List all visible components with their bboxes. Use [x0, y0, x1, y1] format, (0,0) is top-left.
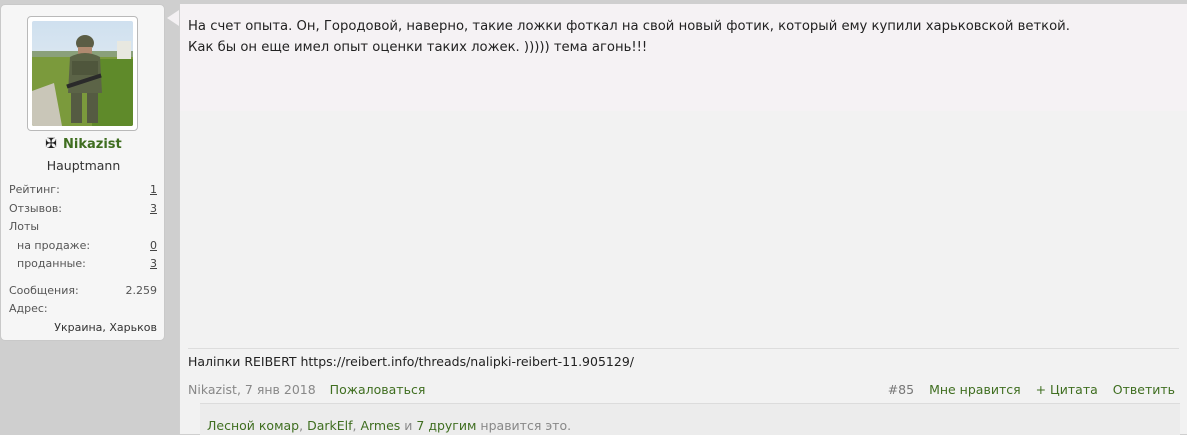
stat-label: Лоты [9, 220, 40, 233]
like-button[interactable]: Мне нравится [929, 382, 1021, 397]
likes-and: и [404, 418, 413, 433]
likes-others-link[interactable]: 7 другим [416, 418, 476, 433]
stat-address: Адрес: [9, 300, 157, 319]
stat-label: проданные: [17, 257, 86, 270]
likes-text: Лесной комар, DarkElf, Armes и 7 другим … [207, 418, 571, 433]
stat-label: Адрес: [9, 302, 48, 315]
reply-button[interactable]: Ответить [1113, 382, 1175, 397]
stat-sold: проданные: 3 [9, 255, 157, 274]
user-stats: Рейтинг: 1 Отзывов: 3 Лоты на продаже: 0… [9, 181, 157, 337]
stat-on-sale: на продаже: 0 [9, 237, 157, 256]
stat-value[interactable]: 3 [150, 200, 157, 218]
stat-messages: Сообщения: 2.259 [9, 282, 157, 301]
stat-value: 2.259 [125, 283, 158, 297]
signature[interactable]: Наліпки REIBERT https://reibert.info/thr… [188, 354, 634, 369]
message-text: На счет опыта. Он, Городовой, наверно, т… [188, 16, 1179, 58]
stat-label: Рейтинг: [9, 183, 60, 196]
report-link[interactable]: Пожаловаться [330, 382, 426, 397]
forum-post: ✠ Nikazist Hauptmann Рейтинг: 1 Отзывов: … [0, 0, 1187, 435]
meta-sep: , [236, 382, 245, 397]
likes-summary: Лесной комар, DarkElf, Armes и 7 другим … [200, 403, 1180, 435]
message-content: На счет опыта. Он, Городовой, наверно, т… [179, 4, 1187, 435]
stat-value[interactable]: 3 [150, 255, 157, 273]
stat-label: Сообщения: [9, 283, 79, 297]
likes-sep: , [299, 418, 308, 433]
message-line: На счет опыта. Он, Городовой, наверно, т… [188, 19, 1070, 34]
post-date[interactable]: 7 янв 2018 [245, 382, 316, 397]
message-line: Как бы он еще имел опыт оценки таких лож… [188, 40, 648, 55]
avatar[interactable] [27, 16, 138, 131]
stat-rating: Рейтинг: 1 [9, 181, 157, 200]
message-pointer [167, 10, 179, 26]
address-value: Украина, Харьков [54, 320, 157, 334]
stat-reviews: Отзывов: 3 [9, 200, 157, 219]
liker-link[interactable]: DarkElf [307, 418, 352, 433]
stat-value[interactable]: 0 [150, 237, 157, 255]
username[interactable]: Nikazist [63, 137, 122, 152]
likes-suffix: нравится это. [480, 418, 572, 433]
username-line: ✠ Nikazist [1, 136, 166, 152]
liker-link[interactable]: Лесной комар [207, 418, 299, 433]
soldier-photo [32, 21, 133, 126]
post-number-link[interactable]: #85 [888, 382, 914, 397]
user-title: Hauptmann [46, 158, 121, 173]
post-author[interactable]: Nikazist [188, 382, 237, 397]
iron-cross-icon: ✠ [45, 136, 57, 152]
stat-label: на продаже: [17, 238, 91, 252]
stat-value[interactable]: 1 [150, 181, 157, 199]
post-meta: Nikazist, 7 янв 2018 Пожаловаться [188, 382, 425, 397]
signature-divider [188, 348, 1179, 349]
stat-label: Отзывов: [9, 201, 63, 215]
stat-lots: Лоты [9, 218, 157, 237]
user-info-panel: ✠ Nikazist Hauptmann Рейтинг: 1 Отзывов: … [0, 4, 165, 341]
quote-button[interactable]: + Цитата [1036, 382, 1098, 397]
liker-link[interactable]: Armes [360, 418, 400, 433]
post-actions: #85 Мне нравится + Цитата Ответить [888, 382, 1175, 397]
